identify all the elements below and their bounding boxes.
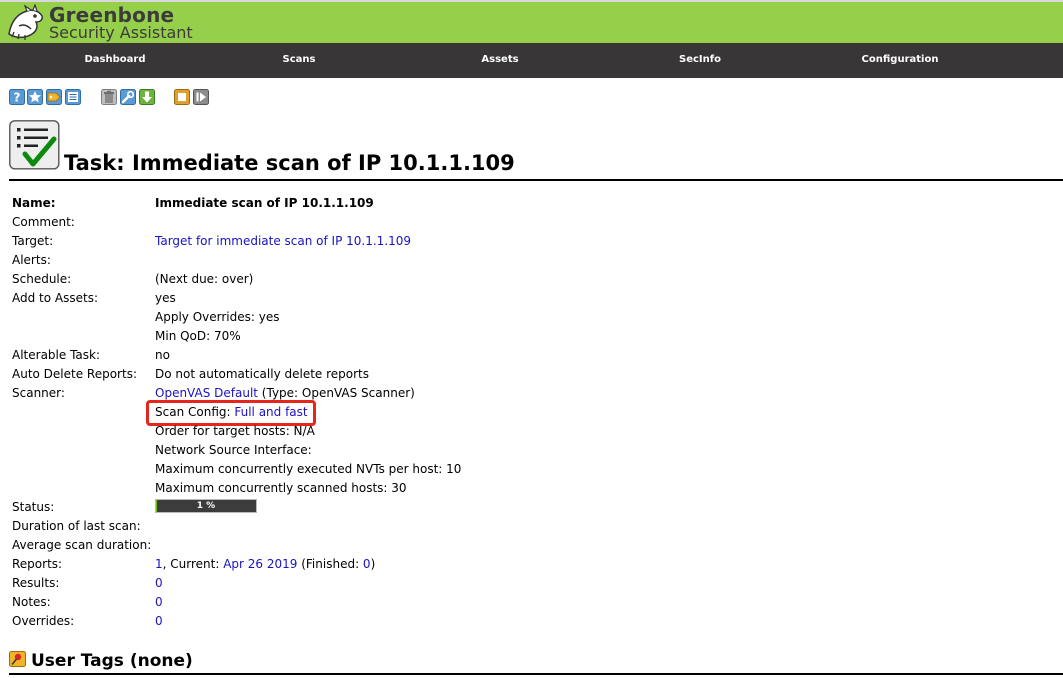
label-auto-delete: Auto Delete Reports:	[12, 367, 137, 381]
nav-assets[interactable]: Assets	[430, 54, 570, 66]
edit-tag-icon[interactable]	[46, 89, 62, 105]
status-progress-bar: 1 %	[155, 499, 257, 513]
list-icon[interactable]	[65, 89, 81, 105]
page-title: Task: Immediate scan of IP 10.1.1.109	[64, 151, 515, 175]
logo-subtitle: Security Assistant	[49, 23, 193, 42]
stop-icon[interactable]	[174, 89, 190, 105]
label-average-duration: Average scan duration:	[12, 538, 152, 552]
main-nav: Dashboard Scans Assets SecInfo Configura…	[0, 43, 1063, 78]
nav-configuration[interactable]: Configuration	[830, 54, 970, 66]
edit-wrench-icon[interactable]	[120, 89, 136, 105]
reports-close: )	[370, 557, 376, 571]
label-alterable-task: Alterable Task:	[12, 348, 101, 362]
label-duration-last: Duration of last scan:	[12, 519, 141, 533]
help-icon[interactable]: ?	[9, 89, 25, 105]
label-status: Status:	[12, 500, 55, 514]
overrides-link[interactable]: 0	[155, 613, 163, 629]
nav-scans[interactable]: Scans	[229, 54, 369, 66]
task-icon	[9, 120, 60, 170]
scanner-value: OpenVAS Default (Type: OpenVAS Scanner)	[155, 385, 415, 401]
scanner-link[interactable]: OpenVAS Default	[155, 386, 258, 400]
reports-current-link[interactable]: Apr 26 2019	[223, 557, 297, 571]
max-nvts-value: Maximum concurrently executed NVTs per h…	[155, 462, 462, 476]
nav-secinfo[interactable]: SecInfo	[630, 54, 770, 66]
reports-finished-link[interactable]: 0	[363, 557, 371, 571]
svg-text:?: ?	[14, 91, 21, 105]
reports-finished-label: (Finished:	[297, 557, 363, 571]
label-scanner: Scanner:	[12, 386, 65, 400]
schedule-value: (Next due: over)	[155, 272, 254, 286]
label-name: Name:	[12, 196, 56, 210]
tag-pin-icon	[9, 651, 26, 667]
label-target: Target:	[12, 234, 54, 248]
alterable-task-value: no	[155, 348, 170, 362]
new-task-icon[interactable]	[27, 89, 43, 105]
add-to-assets-value: yes	[155, 291, 176, 305]
label-notes: Notes:	[12, 595, 51, 609]
export-icon[interactable]	[139, 89, 155, 105]
label-reports: Reports:	[12, 557, 63, 571]
notes-link[interactable]: 0	[155, 594, 163, 610]
label-add-to-assets: Add to Assets:	[12, 291, 99, 305]
title-divider	[9, 179, 1063, 181]
target-link[interactable]: Target for immediate scan of IP 10.1.1.1…	[155, 233, 411, 249]
app-header: Greenbone Security Assistant	[0, 2, 1063, 43]
user-tags-divider	[9, 673, 1063, 675]
progress-text: 1 %	[196, 501, 216, 511]
trash-icon[interactable]	[101, 89, 117, 105]
label-results: Results:	[12, 576, 60, 590]
resume-icon[interactable]	[193, 89, 209, 105]
greenbone-logo-icon	[8, 4, 43, 40]
scanner-type: (Type: OpenVAS Scanner)	[257, 386, 415, 400]
min-qod-value: Min QoD: 70%	[155, 329, 241, 343]
logo-title: Greenbone	[49, 3, 175, 27]
label-comment: Comment:	[12, 215, 75, 229]
reports-value: 1, Current: Apr 26 2019 (Finished: 0)	[155, 556, 375, 572]
apply-overrides-value: Apply Overrides: yes	[155, 310, 280, 324]
task-name-value: Immediate scan of IP 10.1.1.109	[155, 196, 374, 210]
order-hosts-value: Order for target hosts: N/A	[155, 424, 315, 438]
label-overrides: Overrides:	[12, 614, 75, 628]
user-tags-title: User Tags (none)	[31, 651, 193, 671]
reports-current-label: , Current:	[162, 557, 224, 571]
reports-count-link[interactable]: 1	[155, 557, 163, 571]
network-source-value: Network Source Interface:	[155, 443, 312, 457]
auto-delete-value: Do not automatically delete reports	[155, 367, 370, 381]
results-link[interactable]: 0	[155, 575, 163, 591]
nav-dashboard[interactable]: Dashboard	[45, 54, 185, 66]
label-alerts: Alerts:	[12, 253, 51, 267]
max-hosts-value: Maximum concurrently scanned hosts: 30	[155, 481, 407, 495]
label-schedule: Schedule:	[12, 272, 72, 286]
